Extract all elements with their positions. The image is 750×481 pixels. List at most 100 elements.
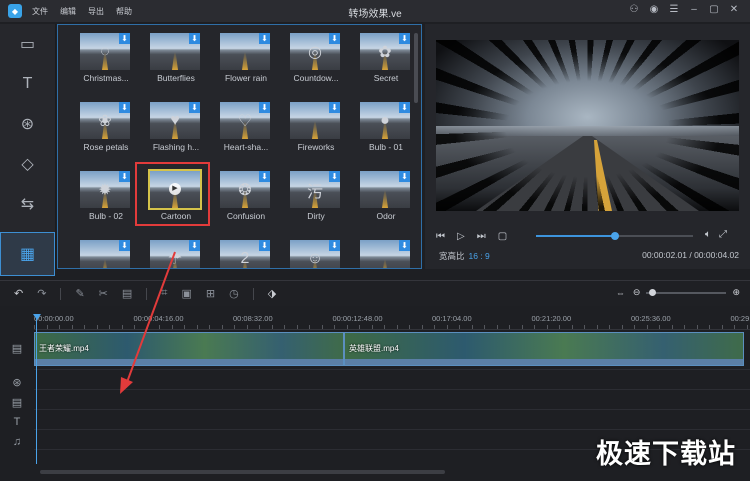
timeline-scrollbar[interactable] — [40, 470, 445, 474]
crop-icon[interactable]: ⌗ — [161, 287, 167, 300]
download-icon[interactable]: ⬇ — [259, 33, 270, 44]
effect-tile[interactable]: ● ⬇ Bulb - 01 — [354, 100, 421, 169]
effect-tile[interactable]: ◌ ⬇ Christmas... — [74, 31, 144, 100]
fit-icon[interactable]: ⇔ — [616, 288, 625, 298]
app-logo-icon[interactable]: ◆ — [8, 4, 22, 18]
ruler-minor-tick — [559, 325, 560, 329]
download-icon[interactable]: ⬇ — [119, 240, 130, 251]
ruler-minor-tick — [446, 325, 448, 329]
effect-tile[interactable]: ✿ ⬇ Secret — [354, 31, 421, 100]
effect-tile[interactable]: ♡ ⬇ Heart-sha... — [214, 100, 284, 169]
ruler-tick-label: 00:21:20.00 — [531, 314, 572, 323]
zoom-out-icon[interactable]: ⊖ — [633, 287, 641, 298]
aspect-ratio-value[interactable]: 16 : 9 — [469, 251, 490, 261]
download-icon[interactable]: ⬇ — [119, 102, 130, 113]
menu-help[interactable]: 帮助 — [116, 6, 132, 17]
effect-thumbnail: ⬇ — [360, 171, 410, 208]
playhead[interactable] — [33, 314, 41, 464]
delete-icon[interactable]: ▤ — [122, 287, 132, 300]
download-icon[interactable]: ⬇ — [119, 171, 130, 182]
zoom-in-icon[interactable]: ⊕ — [732, 287, 740, 298]
menu-file[interactable]: 文件 — [32, 6, 48, 17]
text-track[interactable] — [34, 410, 750, 430]
prev-frame-icon[interactable]: ⏮ — [436, 231, 445, 242]
redo-icon[interactable]: ↷ — [37, 287, 46, 300]
freeze-icon[interactable]: ▣ — [181, 287, 191, 300]
download-icon[interactable]: ⬇ — [259, 102, 270, 113]
effects-scrollbar[interactable] — [414, 33, 418, 103]
video-clip[interactable]: 英雄联盟.mp4 — [344, 332, 744, 366]
download-icon[interactable]: ⬇ — [189, 240, 200, 251]
download-icon[interactable]: ⬇ — [189, 33, 200, 44]
effect-tile[interactable]: ❀ ⬇ Rose petals — [74, 100, 144, 169]
download-icon[interactable]: ⬇ — [399, 102, 410, 113]
preview-info: 宽高比 16 : 9 00:00:02.01 / 00:00:04.02 — [439, 250, 739, 262]
volume-icon[interactable]: 🔈︎ — [705, 229, 711, 240]
filter-track[interactable] — [34, 370, 750, 390]
effect-tile[interactable]: ⬇ Butterflies — [144, 31, 214, 100]
effect-tile[interactable]: ◎ ⬇ Countdow... — [284, 31, 354, 100]
stop-icon[interactable]: ▢ — [498, 231, 507, 242]
fullscreen-icon[interactable]: ⤢ — [719, 229, 727, 240]
download-icon[interactable]: ⬇ — [259, 171, 270, 182]
overlays-icon[interactable]: ◇ — [0, 144, 55, 184]
download-icon[interactable]: ⬇ — [119, 33, 130, 44]
effect-tile[interactable]: ⬇ Fireworks — [284, 100, 354, 169]
effect-tile[interactable]: ☺ ⬇ — [284, 238, 354, 268]
download-icon[interactable]: ⬇ — [399, 33, 410, 44]
zoom-handle[interactable] — [648, 288, 656, 296]
ruler-minor-tick — [646, 325, 648, 329]
timeline-ruler[interactable]: 00:00:00.00 00:00:04:16.00 00:08:32.00 00:0… — [34, 310, 750, 330]
seek-bar-track[interactable] — [618, 235, 693, 237]
effect-tile[interactable]: ⬇ — [74, 238, 144, 268]
effects-icon[interactable]: ▦ — [0, 232, 55, 276]
record-icon[interactable]: ◉ — [644, 4, 664, 15]
download-icon[interactable]: ⬇ — [329, 33, 340, 44]
undo-icon[interactable]: ↶ — [14, 287, 23, 300]
overlay-track[interactable] — [34, 390, 750, 410]
effect-label: Flashing h... — [152, 142, 200, 152]
effect-tile[interactable]: ♥ ⬇ Flashing h... — [144, 100, 214, 169]
text-icon[interactable]: T — [0, 64, 55, 104]
user-icon[interactable]: ⚇ — [624, 4, 644, 15]
zoom-slider[interactable] — [646, 288, 727, 296]
video-clip[interactable]: 王者荣耀.mp4 — [34, 332, 344, 366]
mosaic-icon[interactable]: ⬗ — [268, 287, 276, 300]
download-icon[interactable]: ⬇ — [259, 240, 270, 251]
download-icon[interactable]: ⬇ — [399, 171, 410, 182]
edit-icon[interactable]: ✎ — [75, 287, 84, 300]
video-track[interactable]: 王者荣耀.mp4 英雄联盟.mp4 — [34, 330, 750, 370]
filters-icon[interactable]: ⊛ — [0, 104, 55, 144]
download-icon[interactable]: ⬇ — [329, 240, 340, 251]
play-icon[interactable]: ▷ — [457, 231, 465, 242]
transitions-icon[interactable]: ⇆ — [0, 184, 55, 224]
effect-tile[interactable]: ☂ ⬇ — [144, 238, 214, 268]
effect-tile[interactable]: 污 ⬇ Dirty — [284, 169, 354, 238]
next-frame-icon[interactable]: ⏭ — [477, 231, 486, 242]
minimize-icon[interactable]: – — [684, 4, 704, 15]
ruler-minor-tick — [521, 325, 523, 329]
download-icon[interactable]: ⬇ — [399, 240, 410, 251]
ruler-minor-tick — [696, 325, 698, 329]
media-icon[interactable]: ▭ — [0, 24, 55, 64]
effect-tile[interactable]: ⬇ — [354, 238, 421, 268]
menu-edit[interactable]: 编辑 — [60, 6, 76, 17]
effect-tile[interactable]: ⬇ Flower rain — [214, 31, 284, 100]
effect-tile[interactable]: ⬇ Odor — [354, 169, 421, 238]
seek-handle[interactable] — [610, 232, 619, 240]
effect-tile[interactable]: ❂ ⬇ Confusion — [214, 169, 284, 238]
duration-icon[interactable]: ◷ — [229, 287, 239, 300]
menu-export[interactable]: 导出 — [88, 6, 104, 17]
effect-tile[interactable]: ✹ ⬇ Bulb - 02 — [74, 169, 144, 238]
effect-tile[interactable]: 2 ⬇ — [214, 238, 284, 268]
split-icon[interactable]: ⊞ — [206, 287, 215, 300]
aspect-ratio[interactable]: 宽高比 16 : 9 — [439, 250, 490, 262]
close-icon[interactable]: ✕ — [724, 4, 744, 15]
download-icon[interactable]: ⬇ — [329, 102, 340, 113]
maximize-icon[interactable]: ▢ — [704, 4, 724, 15]
download-icon[interactable]: ⬇ — [189, 102, 200, 113]
seek-bar-progress[interactable] — [536, 235, 615, 237]
download-icon[interactable]: ⬇ — [329, 171, 340, 182]
menu-icon[interactable]: ☰ — [664, 4, 684, 15]
cut-icon[interactable]: ✂ — [99, 287, 108, 300]
